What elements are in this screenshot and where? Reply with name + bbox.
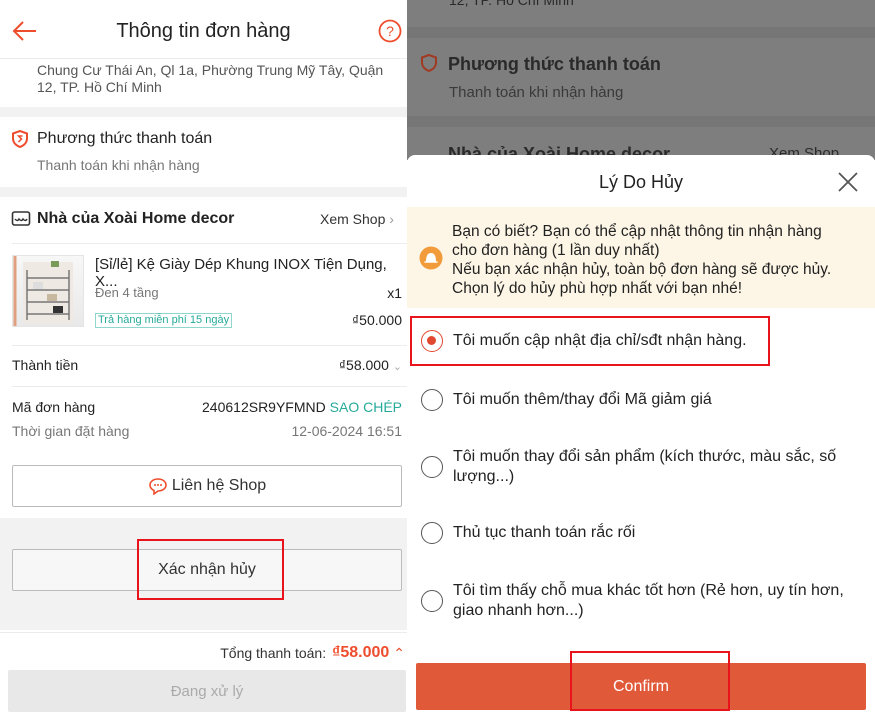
- payment-title: Phương thức thanh toán: [37, 130, 213, 147]
- copy-button[interactable]: SAO CHÉP: [330, 399, 402, 415]
- order-time: 12-06-2024 16:51: [291, 423, 402, 439]
- contact-shop-button[interactable]: Liên hệ Shop: [12, 465, 402, 507]
- product-variant: Đen 4 tầng: [95, 285, 159, 300]
- shield-icon: [12, 130, 28, 148]
- bell-icon: [419, 246, 443, 270]
- order-detail-screen: Thông tin đơn hàng ? Chung Cư Thái An, Q…: [0, 0, 407, 720]
- payment-value: Thanh toán khi nhận hàng: [37, 157, 200, 173]
- reason-option[interactable]: Tôi muốn cập nhật địa chỉ/sđt nhận hàng.: [421, 330, 855, 352]
- product-qty: x1: [387, 285, 402, 301]
- question-circle-icon[interactable]: ?: [378, 19, 402, 43]
- total-payment: Tổng thanh toán: ₫58.000 ⌃: [220, 644, 405, 661]
- subtotal-value[interactable]: ₫58.000 ⌄: [339, 357, 402, 373]
- info-banner: Bạn có biết? Bạn có thể cập nhật thông t…: [407, 207, 875, 308]
- radio-selected[interactable]: [421, 330, 443, 352]
- radio[interactable]: [421, 456, 443, 478]
- product-image[interactable]: [12, 255, 84, 327]
- product-price: ₫50.000: [351, 312, 402, 328]
- cancel-reason-modal: Lý Do Hủy Bạn có biết? Bạn có thể cập nh…: [407, 155, 875, 720]
- reason-option[interactable]: Thủ tục thanh toán rắc rối: [421, 522, 855, 544]
- processing-button: Đang xử lý: [8, 670, 406, 712]
- modal-title: Lý Do Hủy: [598, 172, 684, 192]
- chat-icon: [149, 478, 167, 495]
- reason-option[interactable]: Tôi muốn thay đổi sản phẩm (kích thước, …: [421, 447, 855, 487]
- close-icon[interactable]: [837, 171, 859, 193]
- confirm-cancel-button[interactable]: Xác nhận hủy: [12, 549, 402, 591]
- reason-option[interactable]: Tôi muốn thêm/thay đổi Mã giảm giá: [421, 389, 855, 411]
- order-id-label: Mã đơn hàng: [12, 399, 96, 415]
- order-id-row: 240612SR9YFMND SAO CHÉP: [202, 399, 402, 415]
- free-return-badge: Trả hàng miễn phí 15 ngày: [95, 313, 233, 328]
- confirm-button[interactable]: Confirm: [416, 663, 866, 710]
- radio[interactable]: [421, 522, 443, 544]
- shield-icon: [421, 54, 437, 72]
- reason-option[interactable]: Tôi tìm thấy chỗ mua khác tốt hơn (Rẻ hơ…: [421, 581, 855, 621]
- address-text: Chung Cư Thái An, Ql 1a, Phường Trung Mỹ…: [37, 62, 384, 95]
- shop-name: Nhà của Xoài Home decor: [37, 210, 235, 227]
- view-shop-link[interactable]: Xem Shop ›: [320, 211, 394, 227]
- shop-icon: [11, 211, 31, 226]
- page-title: Thông tin đơn hàng: [116, 20, 291, 42]
- order-id: 240612SR9YFMND: [202, 399, 326, 415]
- order-time-label: Thời gian đặt hàng: [12, 423, 130, 439]
- svg-text:?: ?: [386, 23, 394, 39]
- dimmed-background[interactable]: 12, TP. Hồ Chí Minh Phương thức thanh to…: [407, 0, 875, 164]
- subtotal-label: Thành tiền: [12, 357, 79, 373]
- radio[interactable]: [421, 389, 443, 411]
- cancel-reason-screen: 12, TP. Hồ Chí Minh Phương thức thanh to…: [407, 0, 875, 720]
- radio[interactable]: [421, 590, 443, 612]
